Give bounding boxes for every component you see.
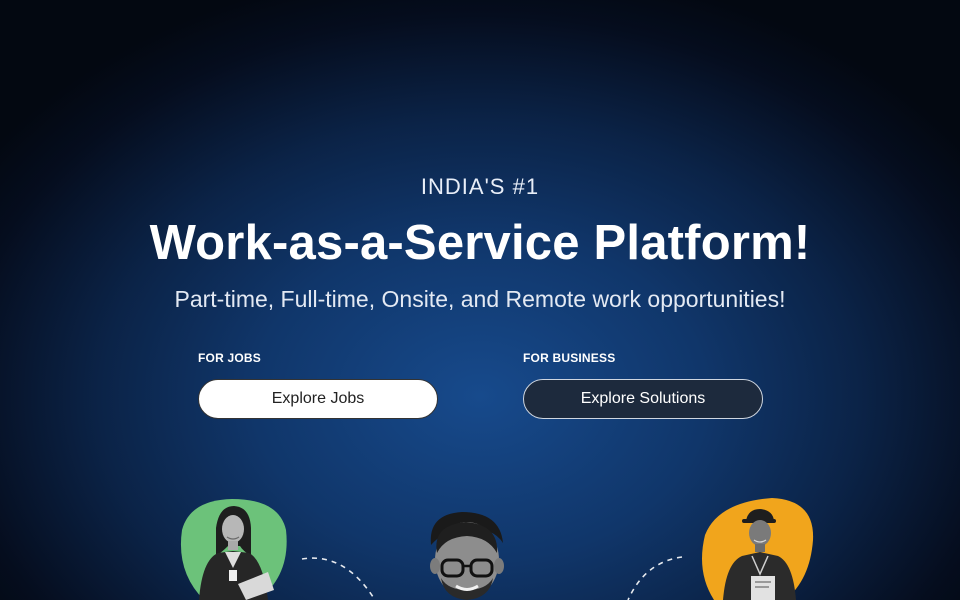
man-with-glasses-photo bbox=[430, 512, 504, 600]
people-illustrations bbox=[180, 498, 814, 600]
woman-with-clipboard-photo bbox=[180, 499, 287, 600]
hero-subhead: Part-time, Full-time, Onsite, and Remote… bbox=[174, 286, 786, 312]
dashed-connector-left bbox=[301, 557, 376, 600]
hero-section: INDIA'S #1 Work-as-a-Service Platform! P… bbox=[0, 0, 960, 600]
dashed-connector-right bbox=[627, 556, 683, 600]
delivery-man-photo bbox=[702, 498, 814, 600]
hero-eyebrow: INDIA'S #1 bbox=[420, 174, 540, 199]
for-business-label: FOR BUSINESS bbox=[523, 351, 616, 365]
hero-headline: Work-as-a-Service Platform! bbox=[149, 216, 811, 270]
explore-solutions-button[interactable]: Explore Solutions bbox=[523, 379, 763, 419]
explore-jobs-button[interactable]: Explore Jobs bbox=[198, 379, 438, 419]
for-jobs-label: FOR JOBS bbox=[198, 351, 261, 365]
